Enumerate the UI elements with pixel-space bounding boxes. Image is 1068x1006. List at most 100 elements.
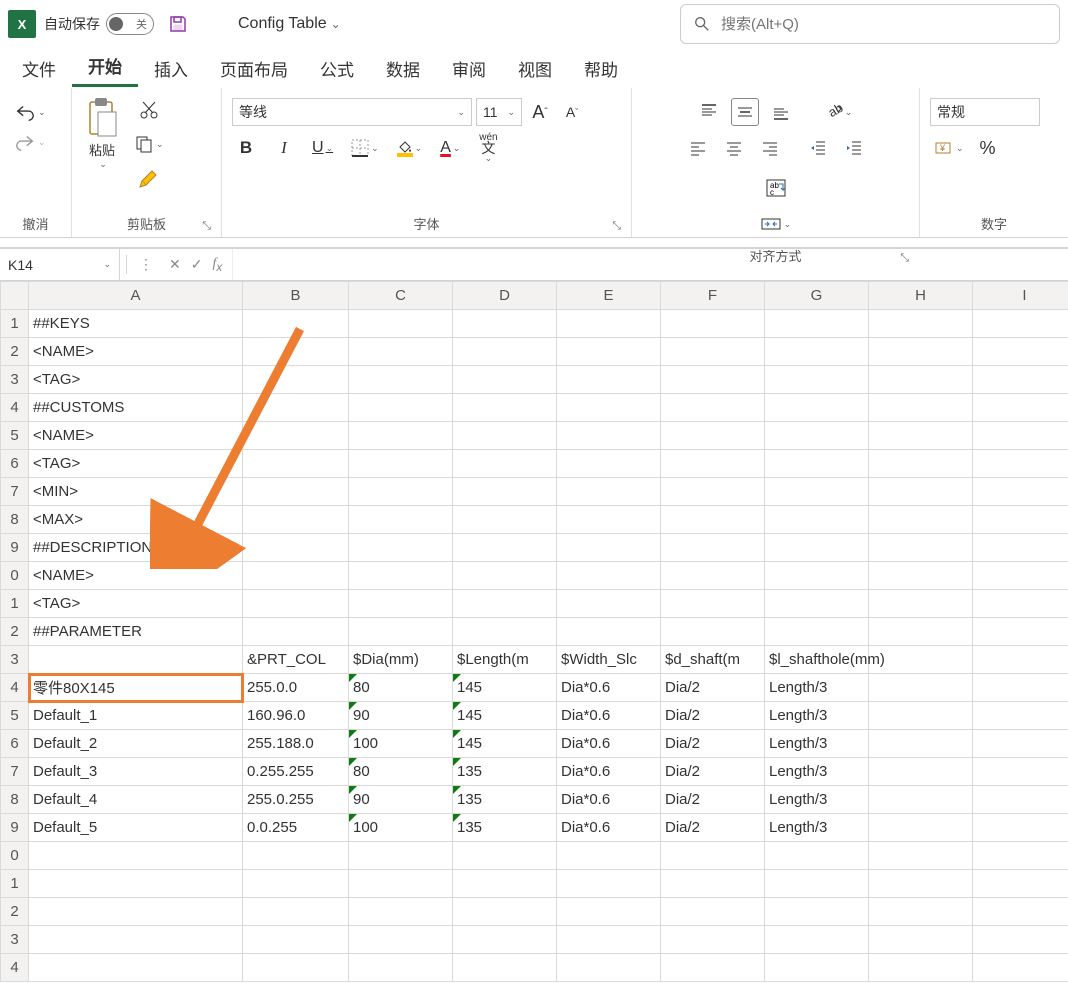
cell[interactable] [349,478,453,506]
cell[interactable] [973,590,1068,618]
cell[interactable] [869,674,973,702]
cell[interactable] [869,338,973,366]
cell[interactable] [661,338,765,366]
cell[interactable] [765,618,869,646]
decrease-indent-button[interactable] [804,134,832,162]
cell[interactable] [765,506,869,534]
row-header[interactable]: 4 [1,954,29,982]
cell[interactable] [661,898,765,926]
tab-formulas[interactable]: 公式 [304,48,370,87]
cell[interactable]: Dia/2 [661,814,765,842]
cell[interactable] [453,898,557,926]
cell[interactable] [973,786,1068,814]
cell[interactable] [557,394,661,422]
cell[interactable] [765,366,869,394]
cell[interactable] [765,422,869,450]
cell[interactable]: $l_shafthole(mm) [765,646,869,674]
tab-insert[interactable]: 插入 [138,48,204,87]
cell[interactable] [765,898,869,926]
cell[interactable] [243,310,349,338]
cell[interactable] [243,618,349,646]
cell[interactable] [661,450,765,478]
cell[interactable] [869,310,973,338]
paste-button[interactable]: 粘贴 ⌄ [78,92,126,174]
tab-view[interactable]: 视图 [502,48,568,87]
cell[interactable]: Dia/2 [661,674,765,702]
col-header[interactable]: A [29,282,243,310]
cell[interactable] [349,366,453,394]
cell[interactable] [869,730,973,758]
cell[interactable] [349,842,453,870]
align-left-button[interactable] [684,134,712,162]
underline-button[interactable]: U⌄ [308,134,337,162]
cell[interactable]: Length/3 [765,814,869,842]
cell[interactable] [557,954,661,982]
cell[interactable]: ##DESCRIPTIONS [29,534,243,562]
cell[interactable] [973,730,1068,758]
cell[interactable] [661,394,765,422]
cell[interactable] [661,534,765,562]
cell[interactable] [973,450,1068,478]
italic-button[interactable]: I [270,134,298,162]
cell[interactable]: ##PARAMETER [29,618,243,646]
cell[interactable] [869,562,973,590]
cell[interactable] [453,842,557,870]
percent-format-button[interactable]: % [974,134,1002,162]
cell[interactable]: Dia*0.6 [557,758,661,786]
autosave-toggle[interactable]: 自动保存 关 [44,13,154,35]
cell[interactable]: <TAG> [29,590,243,618]
cell[interactable] [453,618,557,646]
tab-file[interactable]: 文件 [6,48,72,87]
col-header[interactable]: I [973,282,1068,310]
search-input[interactable] [721,16,1047,33]
wrap-text-button[interactable]: abc [761,174,791,202]
align-top-button[interactable] [695,98,723,126]
cell[interactable] [349,506,453,534]
cell[interactable]: Length/3 [765,758,869,786]
cell[interactable] [29,646,243,674]
cell[interactable]: <NAME> [29,338,243,366]
cell[interactable] [557,870,661,898]
tab-page-layout[interactable]: 页面布局 [204,48,304,87]
cell[interactable] [243,870,349,898]
row-header[interactable]: 3 [1,366,29,394]
cell[interactable]: Dia*0.6 [557,702,661,730]
cell[interactable]: <NAME> [29,562,243,590]
cell[interactable] [973,870,1068,898]
cell[interactable] [557,478,661,506]
cell[interactable] [661,310,765,338]
cell[interactable] [453,422,557,450]
row-header[interactable]: 7 [1,758,29,786]
tab-help[interactable]: 帮助 [568,48,634,87]
cell[interactable] [349,898,453,926]
cell[interactable] [349,562,453,590]
row-header[interactable]: 1 [1,870,29,898]
cell[interactable] [29,954,243,982]
row-header[interactable]: 3 [1,926,29,954]
row-header[interactable]: 0 [1,842,29,870]
cell[interactable] [765,870,869,898]
cell[interactable]: 90 [349,786,453,814]
cell[interactable] [243,842,349,870]
cell[interactable] [661,842,765,870]
cell[interactable] [869,842,973,870]
cell[interactable] [765,842,869,870]
cell[interactable] [869,702,973,730]
font-color-button[interactable]: A⌄ [436,134,464,162]
row-header[interactable]: 5 [1,422,29,450]
enter-icon[interactable]: ✓ [191,256,203,273]
cell[interactable] [869,478,973,506]
font-size-select[interactable]: 11⌄ [476,98,522,126]
cell[interactable]: <MIN> [29,478,243,506]
cell[interactable] [243,562,349,590]
cell[interactable]: $d_shaft(m [661,646,765,674]
tab-review[interactable]: 审阅 [436,48,502,87]
cell[interactable]: Default_2 [29,730,243,758]
cell[interactable] [765,338,869,366]
col-header[interactable]: F [661,282,765,310]
cell[interactable] [661,562,765,590]
cell[interactable] [869,590,973,618]
merge-center-button[interactable]: ⌄ [756,210,796,238]
cell[interactable] [243,394,349,422]
clipboard-launcher-icon[interactable]: ⤡ [202,220,211,233]
